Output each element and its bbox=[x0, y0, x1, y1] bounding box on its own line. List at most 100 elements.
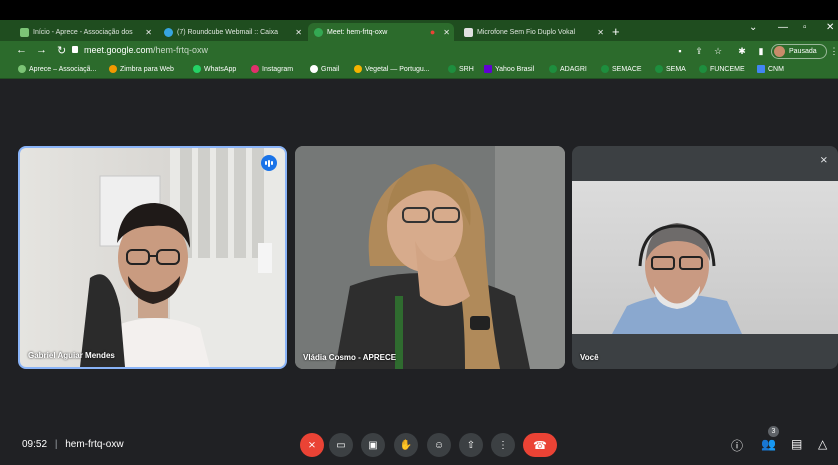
self-video bbox=[572, 181, 838, 334]
participant-name: Você bbox=[580, 353, 599, 362]
participant-name: Gabriel Aguiar Mendes bbox=[28, 351, 115, 360]
more-options-button[interactable]: ⋮ bbox=[491, 433, 515, 457]
aprece-icon bbox=[20, 27, 29, 37]
minimize-icon[interactable]: — bbox=[778, 22, 788, 33]
bookmarks-bar: Aprece – Associaçã... Zimbra para Web Wh… bbox=[0, 62, 838, 79]
menu-icon[interactable]: ⋮ bbox=[829, 46, 838, 56]
separator: | bbox=[54, 439, 58, 450]
bookmark-vegetal[interactable]: Vegetal — Portugu... bbox=[354, 65, 430, 73]
bookmark-label: Vegetal — Portugu... bbox=[365, 65, 430, 73]
share-icon[interactable]: ⇪ bbox=[694, 46, 704, 56]
tab-search-icon[interactable]: ⌄ bbox=[749, 22, 757, 33]
close-icon[interactable]: ✕ bbox=[597, 28, 608, 37]
bookmark-label: Gmail bbox=[321, 65, 340, 73]
recording-dot-icon: ● bbox=[429, 27, 436, 37]
phone-hangup-icon: ☎ bbox=[533, 439, 547, 452]
meeting-code: hem-frtq-oxw bbox=[65, 439, 124, 450]
bookmark-whatsapp[interactable]: WhatsApp bbox=[193, 65, 236, 73]
participant-tile-gabriel[interactable]: Gabriel Aguiar Mendes bbox=[18, 146, 287, 369]
tab-meet[interactable]: Meet: hem-frtq-oxw ● ✕ bbox=[308, 23, 454, 41]
close-window-icon[interactable]: ✕ bbox=[826, 22, 834, 33]
back-icon[interactable]: ← bbox=[16, 44, 27, 56]
yahoo-icon bbox=[484, 65, 492, 73]
raise-hand-button[interactable]: ✋ bbox=[394, 433, 418, 457]
tab-aprece[interactable]: Início - Aprece - Associação dos ✕ bbox=[14, 23, 156, 41]
people-button[interactable]: 👥 bbox=[761, 437, 776, 451]
meet-icon bbox=[314, 27, 323, 37]
close-icon[interactable]: ✕ bbox=[443, 28, 454, 37]
reactions-button[interactable]: ☺ bbox=[427, 433, 451, 457]
bookmark-label: FUNCEME bbox=[710, 65, 745, 73]
profile-button[interactable]: Pausada bbox=[771, 44, 827, 59]
tab-label: Meet: hem-frtq-oxw bbox=[327, 28, 388, 36]
meeting-info: 09:52 | hem-frtq-oxw bbox=[22, 439, 124, 450]
bookmark-label: Zimbra para Web bbox=[120, 65, 174, 73]
bookmark-adagri[interactable]: ADAGRI bbox=[549, 65, 587, 73]
camera-in-use-icon[interactable]: ▪ bbox=[675, 46, 685, 56]
address-bar-row: ← → ↻ meet.google.com/hem-frtq-oxw ▪ ⇪ ☆… bbox=[0, 41, 838, 62]
bookmark-label: Aprece – Associaçã... bbox=[29, 65, 97, 73]
chat-button[interactable]: ▤ bbox=[791, 437, 802, 451]
forward-icon[interactable]: → bbox=[36, 44, 47, 56]
vegetal-icon bbox=[354, 65, 362, 73]
camera-toggle-button[interactable]: ▭ bbox=[329, 433, 353, 457]
shop-icon bbox=[464, 27, 473, 37]
captions-button[interactable]: ▣ bbox=[361, 433, 385, 457]
gov-icon bbox=[549, 65, 557, 73]
bookmark-label: SRH bbox=[459, 65, 474, 73]
meeting-time: 09:52 bbox=[22, 439, 48, 450]
url-field[interactable]: meet.google.com/hem-frtq-oxw bbox=[84, 45, 208, 55]
aprece-icon bbox=[18, 65, 26, 73]
present-button[interactable]: ⇧ bbox=[459, 433, 483, 457]
bookmark-semace[interactable]: SEMACE bbox=[601, 65, 642, 73]
lock-icon bbox=[72, 46, 78, 53]
bookmark-cnm[interactable]: CNM bbox=[757, 65, 784, 73]
leave-call-button[interactable]: ☎ bbox=[523, 433, 557, 457]
bookmark-yahoo[interactable]: Yahoo Brasil bbox=[484, 65, 534, 73]
activities-icon: △ bbox=[818, 437, 828, 451]
bookmark-label: SEMA bbox=[666, 65, 686, 73]
participant-tile-vladia[interactable]: Vládia Cosmo - APRECE bbox=[295, 146, 565, 369]
bookmark-sema[interactable]: SEMA bbox=[655, 65, 686, 73]
bookmark-star-icon[interactable]: ☆ bbox=[713, 46, 723, 56]
side-panel-icon[interactable]: ▮ bbox=[756, 46, 766, 56]
bookmark-label: WhatsApp bbox=[204, 65, 237, 73]
speaking-indicator-icon bbox=[261, 155, 277, 171]
bookmark-funceme[interactable]: FUNCEME bbox=[699, 65, 745, 73]
google-icon bbox=[310, 65, 318, 73]
bookmark-label: ADAGRI bbox=[560, 65, 587, 73]
emoji-icon: ☺ bbox=[433, 439, 445, 451]
activities-button[interactable]: △ bbox=[818, 437, 827, 451]
close-icon[interactable]: ✕ bbox=[145, 28, 156, 37]
info-icon: ⓘ bbox=[731, 439, 744, 453]
participant-name: Vládia Cosmo - APRECE bbox=[303, 353, 397, 362]
bookmark-label: CNM bbox=[768, 65, 784, 73]
mic-toggle-button[interactable]: ⨯ bbox=[300, 433, 324, 457]
more-vert-icon: ⋮ bbox=[498, 439, 508, 451]
hand-icon: ✋ bbox=[399, 439, 413, 451]
close-icon[interactable]: ✕ bbox=[295, 28, 306, 37]
participant-tile-self[interactable]: ⨯ Você bbox=[572, 146, 838, 369]
tab-microfone[interactable]: Microfone Sem Fio Duplo Vokal ✕ bbox=[458, 23, 608, 41]
tab-strip: Início - Aprece - Associação dos ✕ (7) R… bbox=[0, 20, 838, 41]
mic-off-icon: ⨯ bbox=[307, 439, 317, 451]
chat-icon: ▤ bbox=[791, 437, 803, 451]
tab-label: (7) Roundcube Webmail :: Caixa bbox=[177, 28, 279, 36]
captions-icon: ▣ bbox=[368, 439, 378, 451]
bookmark-gmail[interactable]: Gmail bbox=[310, 65, 339, 73]
bookmark-srh[interactable]: SRH bbox=[448, 65, 474, 73]
meeting-details-button[interactable]: ⓘ bbox=[731, 437, 743, 454]
bookmark-aprece[interactable]: Aprece – Associaçã... bbox=[18, 65, 96, 73]
gov-icon bbox=[448, 65, 456, 73]
avatar bbox=[774, 46, 785, 57]
cnm-icon bbox=[757, 65, 765, 73]
restore-icon[interactable]: ▫ bbox=[803, 22, 807, 33]
bookmark-instagram[interactable]: Instagram bbox=[251, 65, 293, 73]
reload-icon[interactable]: ↻ bbox=[57, 44, 66, 57]
new-tab-button[interactable]: + bbox=[612, 24, 620, 39]
bookmark-zimbra[interactable]: Zimbra para Web bbox=[109, 65, 174, 73]
extensions-icon[interactable]: ✱ bbox=[737, 46, 747, 56]
tab-label: Microfone Sem Fio Duplo Vokal bbox=[477, 28, 576, 36]
profile-status: Pausada bbox=[789, 48, 817, 55]
tab-roundcube[interactable]: (7) Roundcube Webmail :: Caixa ✕ bbox=[158, 23, 306, 41]
